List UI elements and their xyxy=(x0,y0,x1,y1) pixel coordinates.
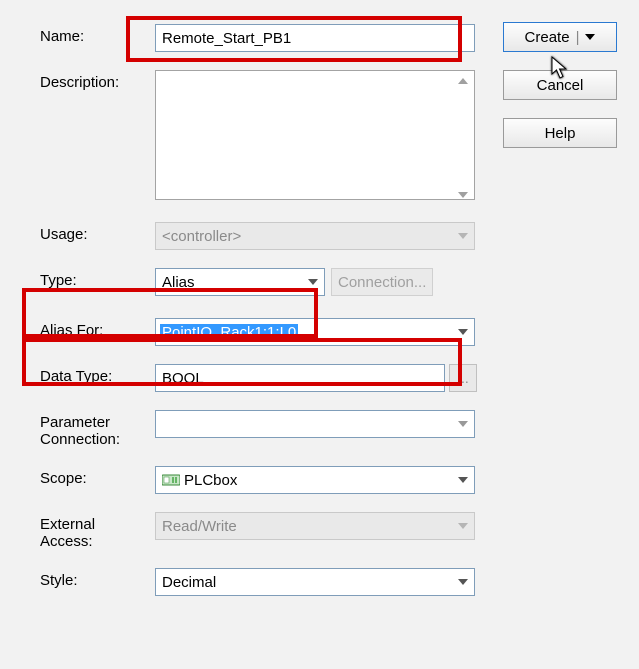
name-label: Name: xyxy=(40,24,155,45)
chevron-down-icon xyxy=(458,421,468,427)
type-value: Alias xyxy=(162,274,195,291)
description-label: Description: xyxy=(40,70,155,91)
style-label: Style: xyxy=(40,568,155,589)
name-input[interactable] xyxy=(155,24,475,52)
type-select[interactable]: Alias xyxy=(155,268,325,296)
new-tag-dialog: Create | Cancel Help Name: Description: xyxy=(0,0,639,632)
usage-label: Usage: xyxy=(40,222,155,243)
chevron-down-icon xyxy=(308,279,318,285)
usage-value: <controller> xyxy=(162,228,241,245)
chevron-down-icon xyxy=(458,523,468,529)
external-access-select: Read/Write xyxy=(155,512,475,540)
usage-select: <controller> xyxy=(155,222,475,250)
chevron-down-icon xyxy=(458,579,468,585)
controller-icon xyxy=(162,473,180,487)
scroll-up-icon[interactable] xyxy=(455,72,471,88)
external-access-label: External Access: xyxy=(40,512,155,550)
connection-button: Connection... xyxy=(331,268,433,296)
style-value: Decimal xyxy=(162,574,216,591)
alias-for-label: Alias For: xyxy=(40,318,155,339)
parameter-connection-label: Parameter Connection: xyxy=(40,410,155,448)
type-label: Type: xyxy=(40,268,155,289)
alias-for-value: PointIO_Rack1:1:I.0 xyxy=(160,324,298,341)
parameter-connection-select[interactable] xyxy=(155,410,475,438)
scroll-down-icon[interactable] xyxy=(455,186,471,202)
data-type-browse-button[interactable]: ... xyxy=(449,364,477,392)
scope-label: Scope: xyxy=(40,466,155,487)
style-select[interactable]: Decimal xyxy=(155,568,475,596)
external-access-value: Read/Write xyxy=(162,518,237,535)
data-type-input[interactable] xyxy=(155,364,445,392)
scope-value: PLCbox xyxy=(184,472,237,489)
chevron-down-icon xyxy=(458,233,468,239)
description-textarea[interactable] xyxy=(155,70,475,200)
chevron-down-icon xyxy=(458,477,468,483)
chevron-down-icon xyxy=(458,329,468,335)
alias-for-select[interactable]: PointIO_Rack1:1:I.0 xyxy=(155,318,475,346)
scope-select[interactable]: PLCbox xyxy=(155,466,475,494)
data-type-label: Data Type: xyxy=(40,364,155,385)
